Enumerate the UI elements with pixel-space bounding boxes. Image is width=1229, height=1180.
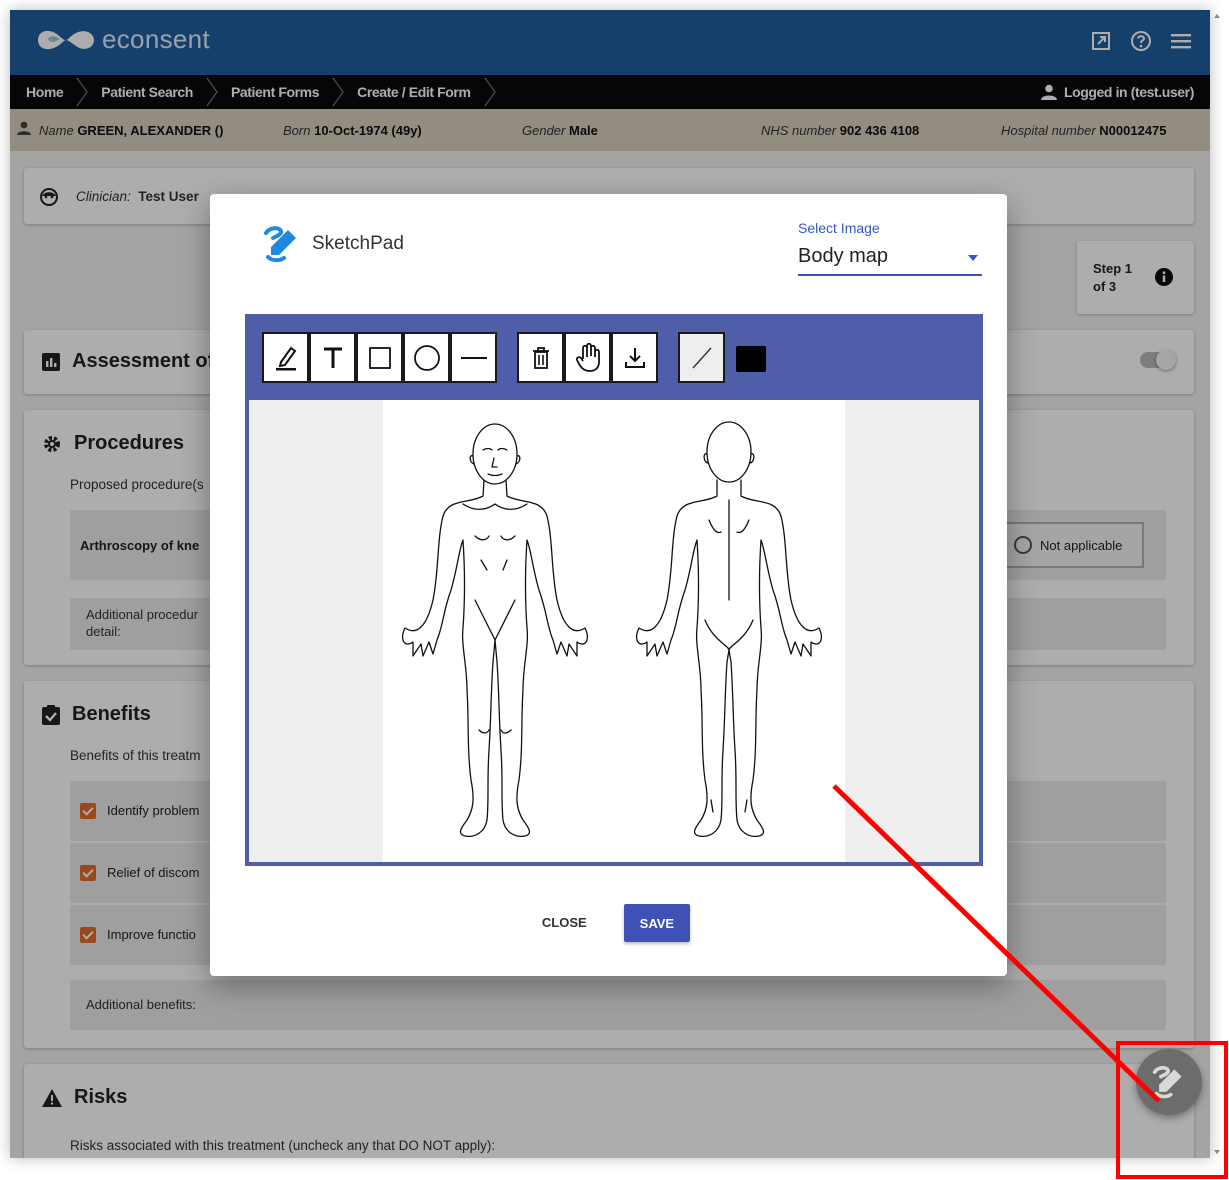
annotation-highlight-box <box>1116 1041 1228 1179</box>
annotation-overlay <box>832 784 1228 1179</box>
annotation-arrow-line <box>832 784 1161 1103</box>
